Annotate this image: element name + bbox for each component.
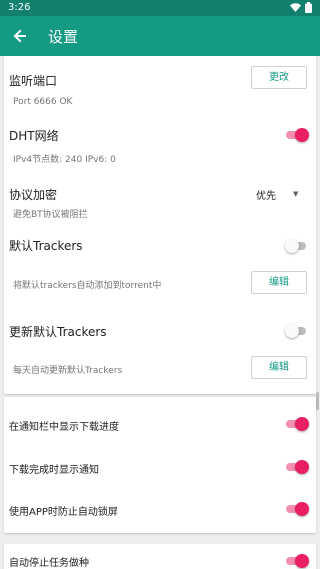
network-settings-card: 监听端口 Port 6666 OK 更改 DHT网络 IPv4节点数: 240 … (4, 56, 316, 394)
listen-port-label: 监听端口 (9, 74, 58, 88)
page-title: 设置 (48, 28, 79, 46)
battery-icon (305, 2, 312, 13)
update-trackers-toggle-thumb (285, 324, 299, 338)
encryption-select-value[interactable]: 优先 (256, 187, 276, 202)
notify-progress-toggle-thumb (295, 417, 309, 431)
change-port-button[interactable]: 更改 (251, 66, 307, 89)
edit-default-trackers-button[interactable]: 编辑 (251, 271, 307, 294)
notify-complete-label: 下载完成时显示通知 (9, 465, 99, 476)
auto-stop-seeding-toggle[interactable] (286, 553, 309, 569)
default-trackers-toggle[interactable] (285, 238, 308, 254)
scrollbar[interactable] (316, 392, 319, 410)
notify-complete-toggle-thumb (295, 460, 309, 474)
keep-screen-toggle[interactable] (286, 501, 309, 517)
default-trackers-toggle-thumb (285, 239, 299, 253)
dht-toggle[interactable] (286, 127, 309, 143)
status-icons (290, 2, 312, 13)
update-trackers-toggle[interactable] (285, 323, 308, 339)
dht-toggle-thumb (295, 128, 309, 142)
auto-stop-seeding-label: 自动停止任务做种 (9, 558, 89, 569)
listen-port-status: Port 6666 OK (13, 97, 73, 107)
dropdown-arrow-icon[interactable]: ▼ (293, 190, 298, 198)
update-trackers-desc: 每天自动更新默认Trackers (13, 366, 123, 376)
auto-stop-seeding-toggle-thumb (295, 554, 309, 568)
status-time: 3:26 (8, 2, 31, 13)
keep-screen-toggle-thumb (295, 502, 309, 516)
notify-progress-toggle[interactable] (286, 416, 309, 432)
notify-progress-label: 在通知栏中显示下载进度 (9, 422, 119, 433)
encryption-label: 协议加密 (9, 188, 58, 202)
default-trackers-label: 默认Trackers (9, 239, 83, 253)
edit-update-trackers-button[interactable]: 编辑 (251, 356, 307, 379)
dht-label: DHT网络 (9, 129, 59, 143)
dht-status: IPv4节点数: 240 IPv6: 0 (13, 155, 116, 165)
notify-complete-toggle[interactable] (286, 459, 309, 475)
notification-settings-card: 在通知栏中显示下载进度 下载完成时显示通知 使用APP时防止自动锁屏 (4, 397, 316, 533)
task-settings-card: 自动停止任务做种 (4, 544, 316, 569)
app-bar: 设置 (0, 16, 320, 56)
status-bar: 3:26 (0, 0, 320, 16)
default-trackers-desc: 将默认trackers自动添加到torrent中 (13, 281, 162, 291)
back-arrow-icon[interactable] (10, 24, 30, 48)
encryption-desc: 避免BT协议被阻拦 (13, 210, 88, 220)
update-trackers-label: 更新默认Trackers (9, 325, 107, 339)
wifi-icon (290, 3, 301, 12)
keep-screen-label: 使用APP时防止自动锁屏 (9, 507, 118, 518)
